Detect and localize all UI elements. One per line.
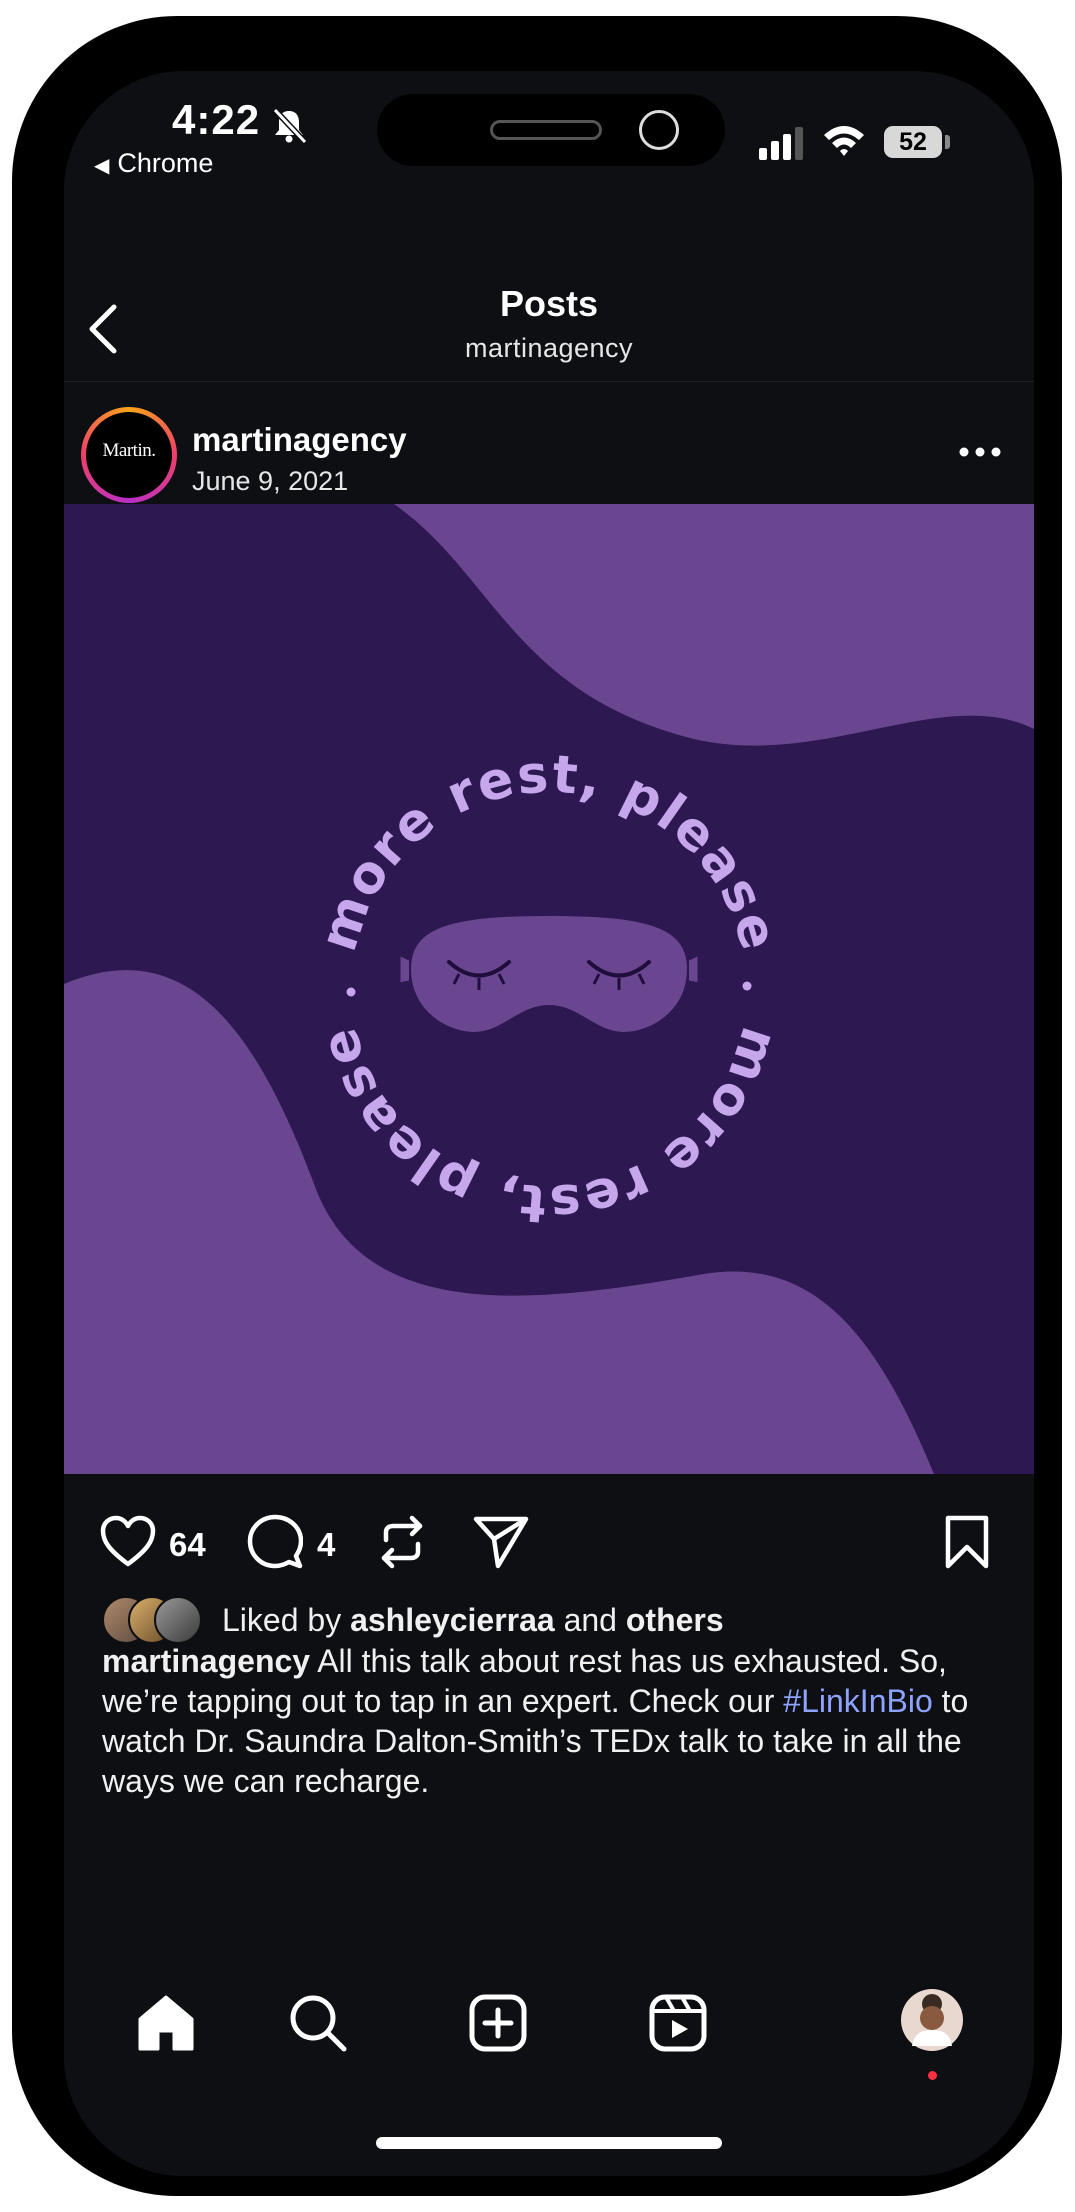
liker-avatar bbox=[154, 1596, 202, 1644]
caption-username[interactable]: martinagency bbox=[102, 1643, 310, 1679]
status-time: 4:22 bbox=[172, 96, 261, 143]
post-image[interactable]: more rest, please more rest, please bbox=[64, 504, 1034, 1474]
dynamic-island bbox=[377, 94, 725, 166]
reels-icon[interactable] bbox=[646, 1991, 710, 2055]
home-indicator[interactable] bbox=[376, 2137, 722, 2149]
comment-count[interactable]: 4 bbox=[317, 1526, 335, 1564]
battery-cap bbox=[945, 135, 950, 149]
liked-by-prefix: Liked by bbox=[222, 1602, 342, 1638]
wifi-icon bbox=[824, 126, 864, 156]
share-send-icon[interactable] bbox=[472, 1514, 530, 1570]
post-actions: 64 4 bbox=[64, 1474, 1034, 1594]
liked-by-others[interactable]: others bbox=[626, 1602, 724, 1638]
post-header: Martin. martinagency June 9, 2021 bbox=[64, 381, 1034, 506]
post-caption: martinagency All this talk about rest ha… bbox=[102, 1641, 1007, 1801]
liked-by-user[interactable]: ashleycierraa bbox=[350, 1602, 555, 1638]
search-icon[interactable] bbox=[286, 1991, 350, 2055]
bookmark-icon[interactable] bbox=[944, 1514, 990, 1570]
avatar-logo-text: Martin. bbox=[102, 440, 156, 461]
battery-indicator: 52 bbox=[884, 126, 942, 158]
liked-by-row[interactable]: Liked by ashleycierraa and others bbox=[102, 1596, 1002, 1646]
bottom-nav bbox=[64, 1988, 1034, 2091]
more-options-icon[interactable] bbox=[957, 445, 1003, 459]
repost-icon[interactable] bbox=[376, 1514, 428, 1570]
screen: 4:22 ◀ Chrome 52 Posts martinagency Mart… bbox=[64, 71, 1034, 2176]
page-subtitle: martinagency bbox=[464, 333, 634, 363]
comment-icon[interactable] bbox=[247, 1514, 303, 1570]
liked-by-and: and bbox=[563, 1602, 617, 1638]
profile-avatar[interactable] bbox=[900, 1988, 964, 2052]
phone-frame: 4:22 ◀ Chrome 52 Posts martinagency Mart… bbox=[12, 16, 1062, 2196]
post-username[interactable]: martinagency bbox=[192, 421, 407, 459]
page-title: Posts bbox=[499, 283, 599, 324]
create-post-icon[interactable] bbox=[466, 1991, 530, 2055]
back-app-label: Chrome bbox=[117, 148, 214, 178]
caption-hashtag[interactable]: #LinkInBio bbox=[783, 1683, 932, 1719]
home-icon[interactable] bbox=[134, 1991, 198, 2055]
like-count[interactable]: 64 bbox=[169, 1526, 206, 1564]
author-avatar[interactable]: Martin. bbox=[81, 407, 177, 503]
cellular-signal-icon bbox=[759, 127, 803, 160]
liked-by-text: Liked by ashleycierraa and others bbox=[222, 1602, 724, 1639]
posts-header: Posts martinagency bbox=[64, 221, 1034, 382]
heart-icon[interactable] bbox=[99, 1514, 157, 1568]
notification-dot bbox=[928, 2071, 937, 2080]
bell-muted-icon bbox=[272, 107, 308, 145]
back-to-app-link[interactable]: ◀ Chrome bbox=[94, 148, 213, 179]
post-date: June 9, 2021 bbox=[192, 466, 349, 496]
